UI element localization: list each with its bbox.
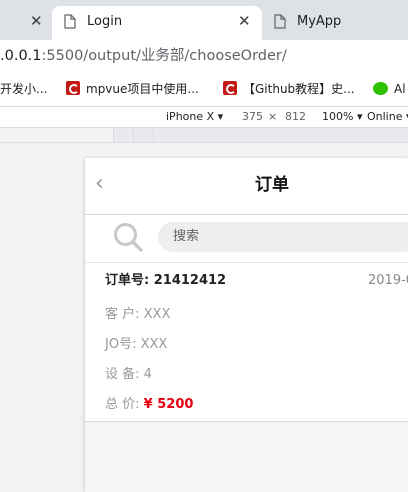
network-select[interactable]: Online ▾ xyxy=(367,110,408,124)
order-total-label: 总 价: xyxy=(105,397,144,412)
bookmark-label: 【Github教程】史... xyxy=(243,82,355,96)
media-query-ruler xyxy=(0,128,408,143)
url-text[interactable]: .0.0.1:5500/output/业务部/chooseOrder/ xyxy=(0,47,287,65)
device-width[interactable]: 375 xyxy=(242,110,263,124)
search-icon[interactable] xyxy=(113,222,143,252)
order-number: 订单号: 21412412 xyxy=(105,272,226,290)
csdn-icon xyxy=(66,81,80,95)
content-background xyxy=(85,422,408,492)
ruler-segment[interactable] xyxy=(153,128,408,142)
search-input[interactable]: 搜索 xyxy=(158,222,408,252)
address-bar[interactable]: .0.0.1:5500/output/业务部/chooseOrder/ xyxy=(0,40,408,73)
ruler-segment[interactable] xyxy=(133,128,154,142)
order-customer: 客 户: XXX xyxy=(105,307,171,322)
search-placeholder: 搜索 xyxy=(173,229,200,244)
bookmarks-bar: 开发小... mpvue项目中使用... 【Github教程】史... Al xyxy=(0,73,408,107)
browser-tab-strip: ✕ Login ✕ MyApp xyxy=(0,0,408,40)
device-viewport: ‹ 订单 搜索 订单号: 21412412 2019-0 客 户: XXX JO… xyxy=(85,158,408,492)
device-toolbar: iPhone X ▾ 375 × 812 100% ▾ Online ▾ xyxy=(0,107,408,128)
tab-myapp[interactable]: MyApp xyxy=(268,6,408,40)
bookmark-item-github[interactable]: 【Github教程】史... xyxy=(223,81,355,97)
zoom-select[interactable]: 100% ▾ xyxy=(322,110,362,124)
bookmark-item[interactable]: 开发小... xyxy=(0,81,47,97)
order-total-value: ¥ 5200 xyxy=(143,397,194,412)
ruler-segment[interactable] xyxy=(113,128,134,142)
order-total: 总 价: ¥ 5200 xyxy=(105,396,193,414)
tab-login[interactable]: Login ✕ xyxy=(52,6,262,40)
device-height[interactable]: 812 xyxy=(285,110,306,124)
url-host: .0.0.1 xyxy=(0,48,42,64)
order-card[interactable]: 订单号: 21412412 2019-0 客 户: XXX JO号: XXX 设… xyxy=(85,263,408,422)
close-icon[interactable]: ✕ xyxy=(238,12,251,30)
dimension-separator: × xyxy=(268,110,278,123)
tab-title: MyApp xyxy=(297,14,342,29)
device-select[interactable]: iPhone X ▾ xyxy=(166,110,223,124)
nav-bar: ‹ 订单 xyxy=(85,158,408,215)
bookmark-label: Al xyxy=(394,82,406,96)
order-date: 2019-0 xyxy=(368,273,408,288)
document-icon xyxy=(274,14,286,29)
search-bar: 搜索 xyxy=(85,215,408,263)
order-equipment: 设 备: 4 xyxy=(105,367,152,382)
bookmark-item-ai[interactable]: Al xyxy=(373,81,406,97)
page-title: 订单 xyxy=(255,175,289,195)
document-icon xyxy=(64,14,76,29)
order-number-value: 21412412 xyxy=(153,273,227,288)
order-jo: JO号: XXX xyxy=(105,337,168,352)
tab-title: Login xyxy=(87,14,123,29)
wechat-icon xyxy=(373,82,388,95)
close-icon[interactable]: ✕ xyxy=(30,12,43,30)
url-path: :5500/output/业务部/chooseOrder/ xyxy=(41,48,287,64)
bookmark-label: mpvue项目中使用... xyxy=(86,82,199,96)
bookmark-item-mpvue[interactable]: mpvue项目中使用... xyxy=(66,81,199,97)
csdn-icon xyxy=(223,81,237,95)
order-number-label: 订单号: xyxy=(105,273,150,288)
